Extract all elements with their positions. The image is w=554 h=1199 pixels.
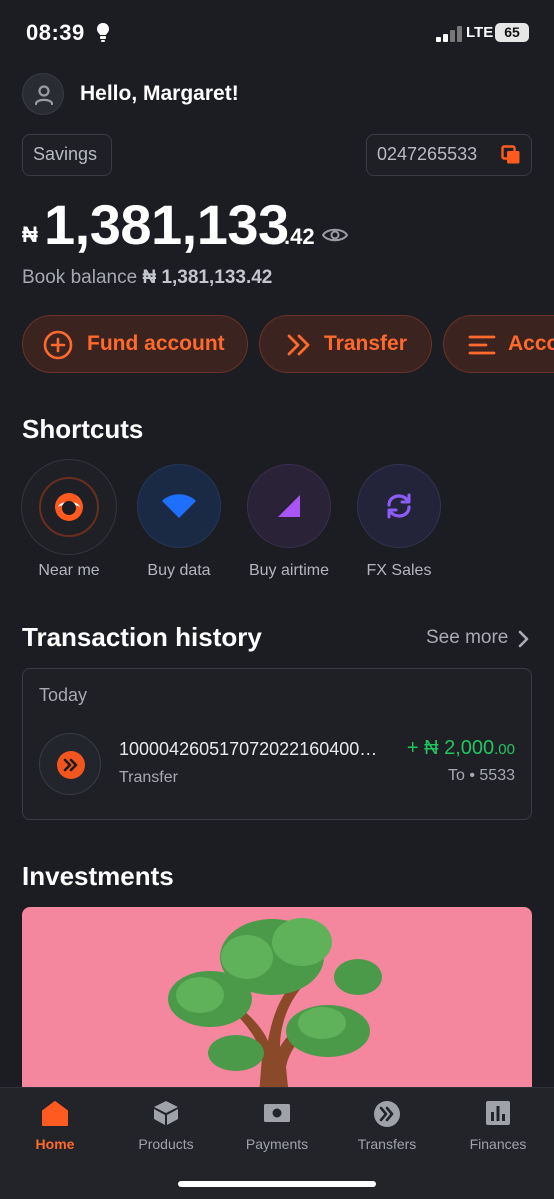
book-balance-label: Book balance: [22, 267, 138, 288]
avatar[interactable]: [22, 73, 64, 115]
user-icon: [34, 85, 54, 106]
shortcut-near-me[interactable]: Near me: [14, 459, 124, 584]
book-balance: Book balance ₦ 1,381,133.42: [22, 267, 272, 289]
transaction-card: Today 10000426051707202216040000034 Tran…: [22, 668, 532, 820]
fund-account-label: Fund account: [87, 332, 225, 355]
account-number: 0247265533: [377, 144, 478, 164]
amount-main: 2,000: [444, 737, 495, 759]
tree-illustration: [168, 918, 382, 1107]
transfer-label: Transfer: [324, 332, 407, 355]
investment-banner[interactable]: [22, 907, 532, 1107]
fx-sales-label: FX Sales: [366, 562, 432, 579]
transfer-icon: [63, 758, 78, 772]
cube-icon: [154, 1101, 178, 1125]
account-number-box[interactable]: 0247265533: [366, 134, 532, 176]
nav-transfers-label: Transfers: [357, 1136, 417, 1152]
near-me-circle: [21, 459, 117, 555]
cellular-signal-icon: [436, 26, 462, 42]
balance-main: 1,381,133: [44, 193, 289, 256]
buy-data-label: Buy data: [147, 562, 211, 579]
investments-title: Investments: [22, 861, 174, 891]
book-balance-value: ₦ 1,381,133.42: [142, 267, 273, 288]
amount-decimal: .00: [494, 741, 515, 758]
transaction-destination: To • 5533: [448, 767, 515, 784]
eye-icon[interactable]: [322, 227, 348, 243]
account-label: Acco: [508, 332, 554, 355]
nav-products[interactable]: Products: [111, 1100, 221, 1160]
location-radar-icon: [39, 477, 99, 537]
app-screen: 08:39 LTE 65 Hello, Margaret! Savings 02…: [0, 0, 554, 1199]
copy-icon[interactable]: [501, 145, 521, 165]
shortcut-buy-airtime[interactable]: Buy airtime: [234, 464, 344, 584]
home-indicator: [178, 1181, 376, 1187]
greeting: Hello, Margaret!: [80, 82, 239, 105]
nav-payments-label: Payments: [245, 1136, 309, 1152]
wifi-icon: [162, 494, 196, 518]
transfer-icon: [374, 1101, 400, 1127]
menu-lines-icon: [468, 335, 496, 355]
banknote-icon: [264, 1104, 290, 1122]
transaction-history-title: Transaction history: [22, 622, 262, 652]
transaction-day: Today: [39, 685, 88, 705]
status-bar: 08:39 LTE 65: [0, 0, 554, 66]
nav-finances-label: Finances: [469, 1136, 527, 1152]
account-button[interactable]: Acco: [443, 315, 554, 373]
nav-home[interactable]: Home: [0, 1100, 110, 1160]
see-more-link[interactable]: See more: [426, 627, 508, 649]
transfer-button[interactable]: Transfer: [259, 315, 432, 373]
nav-finances[interactable]: Finances: [443, 1100, 553, 1160]
double-chevron-icon: [287, 334, 310, 356]
buy-data-circle: [137, 464, 221, 548]
currency-symbol: ₦: [22, 222, 38, 247]
status-time: 08:39: [26, 20, 85, 45]
fx-sales-circle: [357, 464, 441, 548]
balance-decimal: .42: [284, 224, 315, 249]
transaction-icon: [39, 733, 101, 795]
transaction-type: Transfer: [119, 769, 178, 786]
shortcut-fx-sales[interactable]: FX Sales: [344, 464, 454, 584]
transaction-name: 10000426051707202216040000034: [119, 739, 379, 759]
nav-transfers[interactable]: Transfers: [332, 1100, 442, 1160]
transaction-amount: + ₦ 2,000.00: [407, 737, 515, 760]
near-me-label: Near me: [38, 562, 100, 579]
nav-home-label: Home: [35, 1136, 75, 1152]
signal-triangle-icon: [278, 495, 300, 517]
plus-circle-icon: [43, 330, 73, 360]
fund-account-button[interactable]: Fund account: [22, 315, 248, 373]
shortcut-buy-data[interactable]: Buy data: [124, 464, 234, 584]
buy-airtime-circle: [247, 464, 331, 548]
account-type-selector[interactable]: Savings: [22, 134, 112, 176]
network-type: LTE: [466, 24, 494, 41]
battery-icon: 65: [495, 23, 529, 42]
nav-payments[interactable]: Payments: [222, 1100, 332, 1160]
chevron-right-icon[interactable]: [518, 630, 530, 648]
buy-airtime-label: Buy airtime: [248, 562, 330, 579]
home-icon: [42, 1101, 68, 1126]
nav-products-label: Products: [138, 1136, 194, 1152]
lightbulb-icon: [97, 23, 109, 42]
bar-chart-icon: [486, 1101, 510, 1125]
exchange-icon: [387, 493, 411, 519]
amount-prefix: + ₦: [406, 737, 439, 759]
shortcuts-title: Shortcuts: [22, 414, 144, 444]
